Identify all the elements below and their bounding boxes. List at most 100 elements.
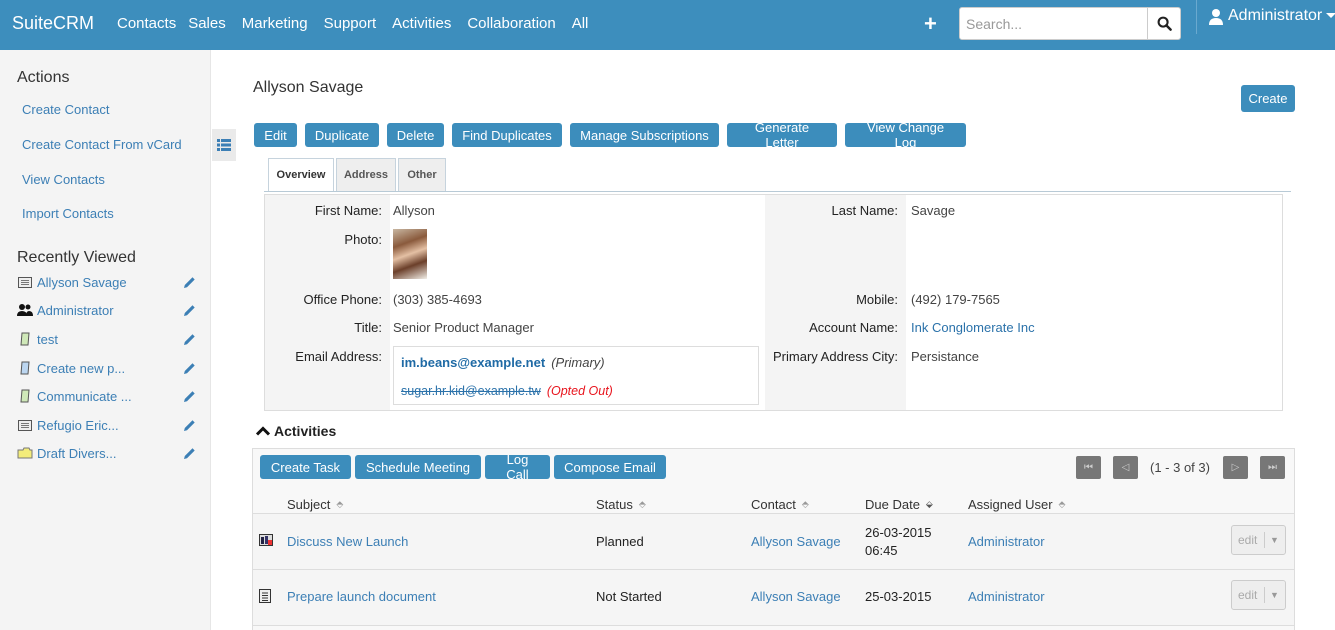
activities-subpanel-toggle[interactable]: Activities xyxy=(256,423,336,439)
search-box xyxy=(959,7,1181,40)
activity-contact-link[interactable]: Allyson Savage xyxy=(751,534,841,549)
recent-item[interactable]: Administrator xyxy=(17,301,197,319)
manage-subscriptions-button[interactable]: Manage Subscriptions xyxy=(570,123,719,147)
nav-activities[interactable]: Activities xyxy=(392,15,451,32)
recent-item-label[interactable]: Draft Divers... xyxy=(37,446,181,461)
import-contacts-link[interactable]: Import Contacts xyxy=(22,206,114,221)
view-change-log-button[interactable]: View Change Log xyxy=(845,120,966,150)
pager-next-icon[interactable]: ▷ xyxy=(1223,456,1248,479)
user-menu[interactable]: Administrator xyxy=(1208,7,1335,25)
pager-last-icon[interactable]: ⏭ xyxy=(1260,456,1285,479)
top-navbar: SuiteCRM Contacts Sales Marketing Suppor… xyxy=(0,0,1335,50)
activity-assigned-user-link[interactable]: Administrator xyxy=(968,589,1045,604)
recent-item[interactable]: Communicate ... xyxy=(17,387,197,405)
schedule-meeting-button[interactable]: Schedule Meeting xyxy=(355,455,481,479)
email-address-box: im.beans@example.net (Primary) sugar.hr.k… xyxy=(393,346,759,405)
brand-logo[interactable]: SuiteCRM xyxy=(12,13,94,34)
column-header-assigned-user[interactable]: Assigned User ⬘ xyxy=(968,497,1065,512)
caret-down-icon[interactable]: ▼ xyxy=(1265,535,1279,545)
pencil-icon[interactable] xyxy=(181,302,197,318)
recent-item-label[interactable]: test xyxy=(37,332,181,347)
tab-other[interactable]: Other xyxy=(398,158,446,191)
contact-photo[interactable] xyxy=(393,229,427,279)
account-name-link[interactable]: Ink Conglomerate Inc xyxy=(911,320,1035,335)
nav-divider xyxy=(1196,0,1197,34)
office-phone-value: (303) 385-4693 xyxy=(393,292,482,307)
pagination-count: (1 - 3 of 3) xyxy=(1150,460,1210,475)
recent-item-label[interactable]: Communicate ... xyxy=(37,389,181,404)
edit-label: edit xyxy=(1238,588,1258,602)
edit-button[interactable]: Edit xyxy=(254,123,297,147)
column-due-date-label: Due Date xyxy=(865,497,920,512)
log-call-button[interactable]: Log Call xyxy=(485,452,550,482)
activity-subject-link[interactable]: Discuss New Launch xyxy=(287,534,408,549)
tab-divider xyxy=(264,191,1291,192)
tab-overview[interactable]: Overview xyxy=(268,158,334,191)
recent-item-label[interactable]: Allyson Savage xyxy=(37,275,181,290)
duplicate-button[interactable]: Duplicate xyxy=(305,123,379,147)
search-input[interactable] xyxy=(960,8,1147,39)
detail-tabs: Overview Address Other xyxy=(268,158,448,191)
pencil-icon[interactable] xyxy=(181,274,197,290)
recent-item-label[interactable]: Refugio Eric... xyxy=(37,418,181,433)
office-phone-label: Office Phone: xyxy=(303,292,382,307)
find-duplicates-button[interactable]: Find Duplicates xyxy=(452,123,562,147)
email-opted-out-link[interactable]: sugar.hr.kid@example.tw xyxy=(401,384,541,398)
nav-sales[interactable]: Sales xyxy=(188,15,226,32)
quick-create-plus-icon[interactable]: + xyxy=(924,11,937,37)
pencil-icon[interactable] xyxy=(181,417,197,433)
email-address-label: Email Address: xyxy=(295,349,382,364)
first-name-label: First Name: xyxy=(314,203,382,218)
column-header-subject[interactable]: Subject ⬘ xyxy=(287,497,343,512)
contact-card-icon xyxy=(17,275,33,289)
create-contact-vcard-link[interactable]: Create Contact From vCard xyxy=(22,137,182,152)
view-contacts-link[interactable]: View Contacts xyxy=(22,172,105,187)
create-button[interactable]: Create xyxy=(1241,85,1295,112)
sidebar-toggle-button[interactable] xyxy=(212,129,236,161)
search-button[interactable] xyxy=(1147,8,1180,39)
nav-contacts[interactable]: Contacts xyxy=(117,15,176,32)
generate-letter-button[interactable]: Generate Letter xyxy=(727,120,837,150)
recent-item[interactable]: Refugio Eric... xyxy=(17,416,197,434)
recent-item[interactable]: Allyson Savage xyxy=(17,273,197,291)
compose-email-button[interactable]: Compose Email xyxy=(554,455,666,479)
email-primary-link[interactable]: im.beans@example.net xyxy=(401,355,545,370)
delete-button[interactable]: Delete xyxy=(387,123,444,147)
pager-prev-icon[interactable]: ◁ xyxy=(1113,456,1138,479)
create-task-button[interactable]: Create Task xyxy=(260,455,351,479)
recent-item[interactable]: test xyxy=(17,330,197,348)
activity-assigned-user-link[interactable]: Administrator xyxy=(968,534,1045,549)
activity-contact-link[interactable]: Allyson Savage xyxy=(751,589,841,604)
row-edit-button[interactable]: edit ▼ xyxy=(1231,580,1286,610)
column-header-due-date[interactable]: Due Date ⬙ xyxy=(865,497,933,512)
nav-collaboration[interactable]: Collaboration xyxy=(467,15,555,32)
pencil-icon[interactable] xyxy=(181,331,197,347)
pager-first-icon[interactable]: ⏮ xyxy=(1076,456,1101,479)
recent-item-label[interactable]: Administrator xyxy=(37,303,181,318)
row-edit-button[interactable]: edit ▼ xyxy=(1231,525,1286,555)
caret-down-icon xyxy=(1326,13,1335,18)
pencil-icon[interactable] xyxy=(181,445,197,461)
recent-item-label[interactable]: Create new p... xyxy=(37,361,181,376)
actions-heading: Actions xyxy=(17,69,70,86)
activities-panel: Create Task Schedule Meeting Log Call Co… xyxy=(252,448,1295,630)
column-header-contact[interactable]: Contact ⬘ xyxy=(751,497,809,512)
activities-title: Activities xyxy=(274,423,337,439)
caret-down-icon[interactable]: ▼ xyxy=(1265,590,1279,600)
nav-marketing[interactable]: Marketing xyxy=(242,15,308,32)
nav-support[interactable]: Support xyxy=(324,15,377,32)
recently-viewed-heading: Recently Viewed xyxy=(17,249,136,266)
primary-city-label: Primary Address City: xyxy=(773,349,898,364)
pencil-icon[interactable] xyxy=(181,360,197,376)
sort-desc-icon: ⬙ xyxy=(925,499,933,509)
nav-all[interactable]: All xyxy=(572,15,589,32)
recent-item[interactable]: Create new p... xyxy=(17,359,197,377)
activity-due-date: 25-03-2015 xyxy=(865,589,932,604)
pencil-icon[interactable] xyxy=(181,388,197,404)
column-header-status[interactable]: Status ⬘ xyxy=(596,497,646,512)
recent-item[interactable]: Draft Divers... xyxy=(17,444,197,462)
tab-address[interactable]: Address xyxy=(336,158,396,191)
column-contact-label: Contact xyxy=(751,497,796,512)
create-contact-link[interactable]: Create Contact xyxy=(22,102,109,117)
activity-subject-link[interactable]: Prepare launch document xyxy=(287,589,436,604)
